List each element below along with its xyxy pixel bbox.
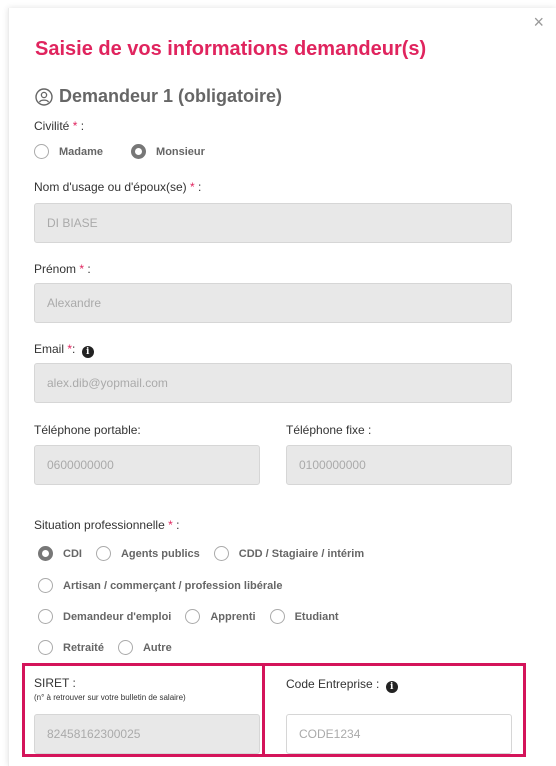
radio-circle[interactable] [185,609,201,624]
email-input[interactable]: alex.dib@yopmail.com [34,363,512,403]
radio-cdd[interactable]: CDD / Stagiaire / intérim [213,546,364,561]
prenom-label: Prénom * : [34,262,91,276]
radio-autre[interactable]: Autre [117,640,172,655]
tel-portable-input[interactable]: 0600000000 [34,445,260,485]
civilite-label: Civilité * : [34,119,85,133]
radio-circle[interactable] [117,640,133,655]
tel-fixe-label: Téléphone fixe : [286,423,372,437]
siret-input[interactable]: 82458162300025 [34,714,260,754]
radio-circle[interactable] [269,609,285,624]
radio-circle[interactable] [38,609,53,624]
situation-label: Situation professionnelle * : [34,518,180,532]
radio-agents-publics[interactable]: Agents publics [95,546,200,561]
radio-demandeur-emploi[interactable]: Demandeur d'emploi [38,609,171,624]
situation-row-2: Artisan / commerçant / profession libéra… [38,578,296,593]
info-icon[interactable]: i [385,681,398,693]
prenom-input[interactable]: Alexandre [34,283,512,323]
nom-input[interactable]: DI BIASE [34,203,512,243]
radio-monsieur[interactable]: Monsieur [131,144,205,159]
tel-fixe-input[interactable]: 0100000000 [286,445,512,485]
close-icon[interactable]: × [533,12,544,32]
radio-etudiant[interactable]: Etudiant [269,609,339,624]
situation-row-3: Demandeur d'emploi Apprenti Etudiant [38,609,353,624]
radio-circle[interactable] [34,144,49,159]
siret-note: (n° à retrouver sur votre bulletin de sa… [34,693,186,702]
radio-apprenti[interactable]: Apprenti [185,609,256,624]
code-entreprise-label: Code Entreprise : i [286,677,398,693]
radio-circle[interactable] [38,578,53,593]
email-label: Email *: i [34,342,94,358]
radio-artisan[interactable]: Artisan / commerçant / profession libéra… [38,578,282,593]
radio-circle-selected[interactable] [38,546,53,561]
siret-label: SIRET : [34,676,76,690]
modal-title: Saisie de vos informations demandeur(s) [35,38,427,60]
tel-portable-label: Téléphone portable: [34,423,141,437]
info-icon[interactable]: i [81,346,94,358]
section-title: Demandeur 1 (obligatoire) [35,86,282,107]
radio-circle-selected[interactable] [131,144,147,159]
situation-row-1: CDI Agents publics CDD / Stagiaire / int… [38,546,378,561]
situation-row-4: Retraité Autre [38,640,186,655]
section-title-text: Demandeur 1 (obligatoire) [59,86,283,106]
radio-retraite[interactable]: Retraité [38,640,104,655]
nom-label: Nom d'usage ou d'époux(se) * : [34,180,202,194]
radio-circle[interactable] [38,640,53,655]
radio-circle[interactable] [95,546,111,561]
radio-madame[interactable]: Madame [34,144,103,159]
radio-circle[interactable] [213,546,229,561]
code-entreprise-input[interactable]: CODE1234 [286,714,512,754]
civilite-radio-group: Madame Monsieur [34,144,219,159]
user-circle-icon [35,87,53,106]
radio-cdi[interactable]: CDI [38,546,82,561]
